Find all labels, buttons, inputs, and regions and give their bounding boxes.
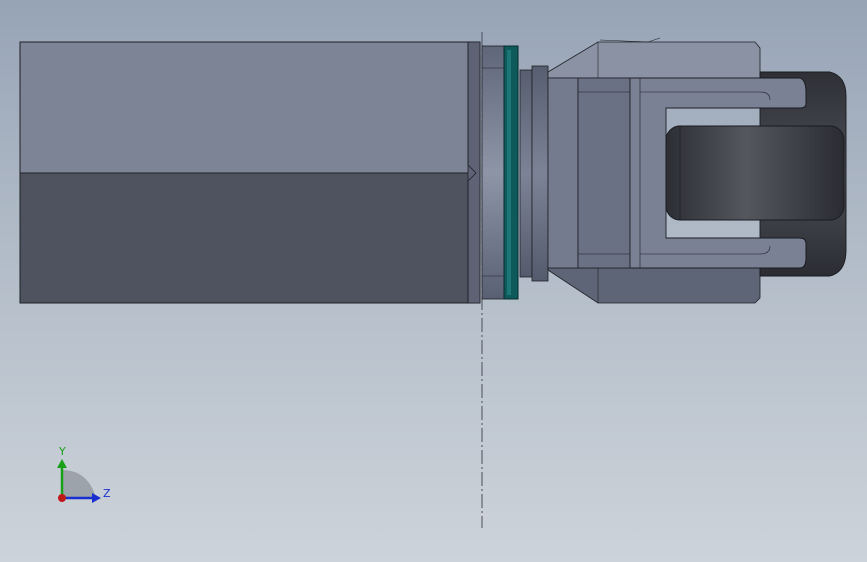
triad-y-label: Y <box>58 445 66 458</box>
adapter-flange[interactable] <box>481 45 505 300</box>
motor-housing[interactable] <box>19 41 481 304</box>
housing-edge-chamfer <box>467 41 481 304</box>
triad-x-axis <box>58 494 66 502</box>
upper-bevel-line <box>599 37 661 43</box>
lower-cone <box>547 267 761 304</box>
seal-highlight <box>507 50 511 295</box>
upper-cone <box>547 41 761 79</box>
neck-cylinder[interactable] <box>519 65 549 282</box>
housing-bottom-face <box>19 172 481 304</box>
triad-y-arrow <box>57 459 67 468</box>
housing-top-face <box>19 41 481 174</box>
neck-ring-2 <box>531 65 549 282</box>
3d-viewport[interactable]: Y Z <box>0 0 867 562</box>
triad-plane <box>62 470 96 498</box>
orientation-triad: Y Z <box>57 445 111 503</box>
cad-model[interactable]: Y Z <box>0 0 867 562</box>
roller-hub <box>665 125 845 221</box>
gear-body <box>547 77 579 269</box>
triad-z-arrow <box>92 493 101 503</box>
adapter-plate <box>481 45 505 300</box>
triad-z-label: Z <box>103 487 111 500</box>
gear-body-inner <box>577 77 631 269</box>
neck-ring-1 <box>519 69 533 278</box>
